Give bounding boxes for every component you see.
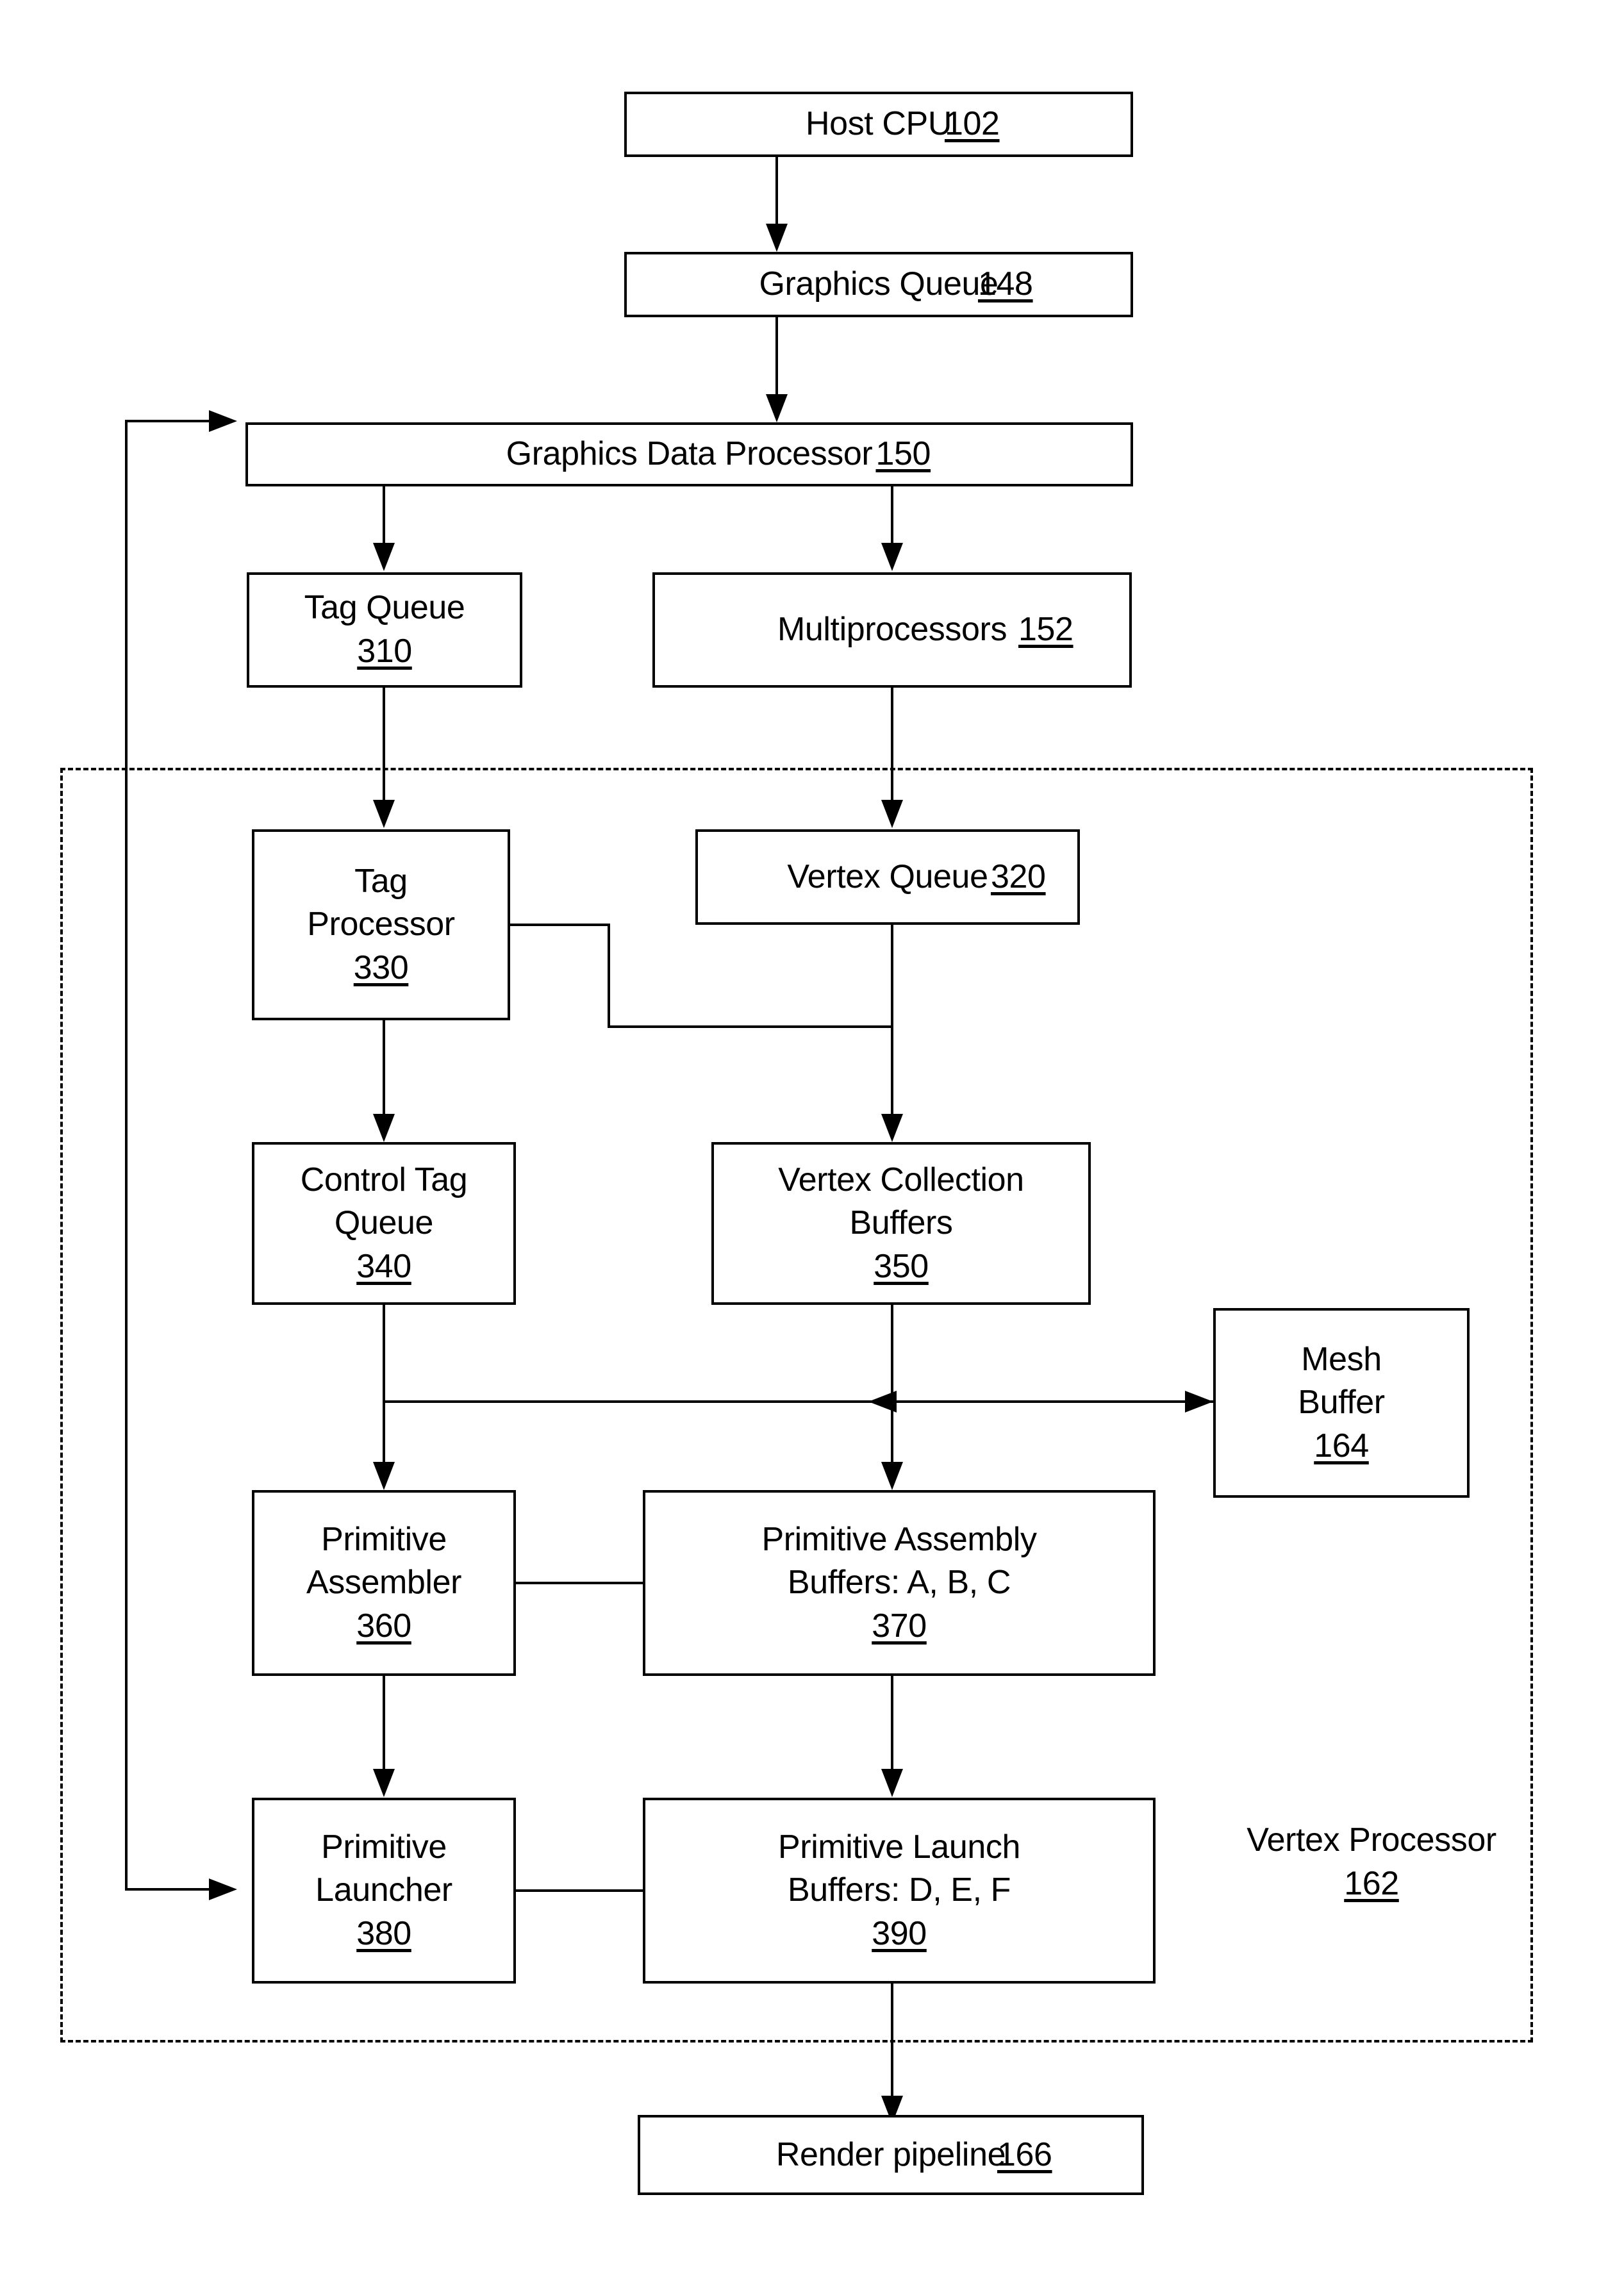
block-primitive-assembly-buffers-line-1: Buffers: A, B, C — [787, 1564, 1011, 1602]
block-primitive-launcher[interactable]: Primitive Launcher 380 — [252, 1798, 516, 1984]
connector-gdp-to-tag-queue — [383, 486, 385, 547]
block-tag-queue-line-0: Tag Queue — [304, 589, 465, 627]
connector-tag-processor-elbow-h2 — [608, 1025, 892, 1028]
block-primitive-launch-buffers-ref: 390 — [872, 1914, 927, 1952]
label-vertex-processor-line-1: Processor — [1348, 1821, 1496, 1859]
connector-launch-buffers-to-render-pipeline — [891, 1984, 893, 2105]
block-host-cpu-ref: 102 — [945, 105, 1000, 143]
block-multiprocessors[interactable]: Multiprocessors 152 — [652, 572, 1132, 688]
block-primitive-assembly-buffers[interactable]: Primitive Assembly Buffers: A, B, C 370 — [643, 1490, 1156, 1676]
block-vertex-collection-buffers[interactable]: Vertex Collection Buffers 350 — [711, 1142, 1091, 1305]
connector-gdp-to-multiprocessors — [891, 486, 893, 547]
connector-assembly-buffers-to-launch-buffers — [891, 1676, 893, 1772]
connector-feedback-bottom — [125, 1888, 210, 1891]
block-graphics-queue-line-0: Graphics Queue — [759, 265, 998, 303]
arrowhead-mesh-bus-right — [1185, 1391, 1213, 1413]
arrowhead-vertex-collection-buffers-in — [881, 1114, 903, 1142]
arrowhead-primitive-launcher-in — [373, 1769, 395, 1797]
connector-vertex-collection-buffers-to-primitive-assembly-buffers — [891, 1305, 893, 1465]
arrowhead-primitive-assembly-buffers-in — [881, 1462, 903, 1490]
block-mesh-buffer[interactable]: Mesh Buffer 164 — [1213, 1308, 1470, 1498]
arrowhead-control-tag-queue-in — [373, 1114, 395, 1142]
block-mesh-buffer-line-1: Buffer — [1298, 1384, 1385, 1421]
connector-vertex-queue-to-vertex-collection-buffers — [891, 925, 893, 1117]
arrowhead-gdp-feedback-in — [209, 410, 237, 432]
label-vertex-processor-line-0: Vertex — [1247, 1821, 1340, 1859]
block-tag-queue[interactable]: Tag Queue 310 — [247, 572, 522, 688]
connector-tag-queue-to-tag-processor — [383, 688, 385, 803]
arrowhead-mesh-bus-left — [868, 1391, 897, 1413]
block-vertex-collection-buffers-ref: 350 — [874, 1247, 929, 1285]
arrowhead-vertex-queue-in — [881, 800, 903, 828]
block-primitive-launcher-line-1: Launcher — [315, 1871, 452, 1909]
block-primitive-assembler-line-0: Primitive — [321, 1520, 447, 1558]
connector-assembler-to-assembly-buffers — [516, 1582, 643, 1584]
connector-tag-processor-elbow-h1 — [510, 924, 610, 926]
block-vertex-queue-line-0: Vertex Queue — [787, 858, 988, 895]
block-tag-processor-ref: 330 — [353, 949, 409, 986]
connector-feedback-vertical — [125, 420, 128, 1890]
arrowhead-graphics-queue-in — [766, 224, 788, 252]
arrowhead-primitive-assembler-in — [373, 1462, 395, 1490]
block-vertex-collection-buffers-line-0: Vertex Collection — [778, 1161, 1024, 1198]
block-graphics-queue-ref: 148 — [978, 265, 1033, 303]
block-vertex-collection-buffers-line-1: Buffers — [849, 1204, 953, 1242]
block-multiprocessors-line-0: Multiprocessors — [777, 611, 1007, 649]
arrowhead-gdp-in — [766, 394, 788, 422]
connector-graphics-queue-to-gdp — [775, 317, 778, 399]
block-render-pipeline-ref: 166 — [997, 2135, 1052, 2173]
block-control-tag-queue-line-0: Control Tag — [300, 1161, 468, 1198]
connector-multiprocessors-to-vertex-queue — [891, 688, 893, 803]
block-host-cpu[interactable]: Host CPU 102 — [624, 92, 1133, 157]
arrowhead-multiprocessors-in — [881, 543, 903, 571]
block-render-pipeline[interactable]: Render pipeline 166 — [638, 2115, 1144, 2195]
connector-feedback-top — [125, 420, 210, 422]
block-primitive-assembly-buffers-line-0: Primitive Assembly — [761, 1520, 1037, 1558]
block-primitive-launcher-line-0: Primitive — [321, 1828, 447, 1866]
block-vertex-queue-ref: 320 — [991, 858, 1046, 895]
arrowhead-primitive-launch-buffers-in — [881, 1769, 903, 1797]
block-graphics-queue[interactable]: Graphics Queue 148 — [624, 252, 1133, 317]
connector-host-cpu-to-graphics-queue — [775, 157, 778, 229]
block-mesh-buffer-ref: 164 — [1314, 1427, 1369, 1464]
connector-tag-processor-elbow-v — [608, 924, 610, 1028]
connector-primitive-assembler-to-primitive-launcher — [383, 1676, 385, 1772]
block-control-tag-queue-line-1: Queue — [334, 1204, 434, 1242]
block-control-tag-queue[interactable]: Control Tag Queue 340 — [252, 1142, 516, 1305]
block-primitive-assembler-line-1: Assembler — [306, 1564, 462, 1602]
block-render-pipeline-line-0: Render pipeline — [775, 2135, 1006, 2173]
block-primitive-assembler[interactable]: Primitive Assembler 360 — [252, 1490, 516, 1676]
connector-mesh-buffer-bus — [384, 1400, 1213, 1403]
figure-canvas: Host CPU 102 Graphics Queue 148 Graphics… — [0, 0, 1624, 2279]
connector-tag-processor-to-control-tag-queue — [383, 1020, 385, 1116]
block-multiprocessors-ref: 152 — [1018, 611, 1073, 649]
block-primitive-assembly-buffers-ref: 370 — [872, 1607, 927, 1645]
block-primitive-assembler-ref: 360 — [356, 1607, 411, 1645]
block-primitive-launch-buffers-line-1: Buffers: D, E, F — [787, 1871, 1011, 1909]
connector-control-tag-queue-to-primitive-assembler — [383, 1305, 385, 1465]
block-vertex-queue[interactable]: Vertex Queue 320 — [695, 829, 1080, 925]
block-mesh-buffer-line-0: Mesh — [1301, 1340, 1382, 1378]
block-tag-processor-line-1: Processor — [307, 906, 455, 943]
connector-launcher-to-launch-buffers — [516, 1889, 643, 1892]
block-primitive-launch-buffers[interactable]: Primitive Launch Buffers: D, E, F 390 — [643, 1798, 1156, 1984]
block-gdp-ref: 150 — [875, 435, 931, 473]
label-vertex-processor: Vertex Processor 162 — [1237, 1819, 1506, 1905]
arrowhead-primitive-launcher-feedback-in — [209, 1878, 237, 1900]
block-gdp-line-0: Graphics Data Processor — [506, 435, 873, 473]
block-primitive-launch-buffers-line-0: Primitive Launch — [778, 1828, 1020, 1866]
block-control-tag-queue-ref: 340 — [356, 1247, 411, 1285]
label-vertex-processor-ref: 162 — [1344, 1864, 1399, 1902]
block-primitive-launcher-ref: 380 — [356, 1914, 411, 1952]
block-tag-processor-line-0: Tag — [354, 862, 408, 900]
arrowhead-tag-queue-in — [373, 543, 395, 571]
arrowhead-tag-processor-in — [373, 800, 395, 828]
block-host-cpu-line-0: Host CPU — [806, 105, 952, 143]
block-tag-processor[interactable]: Tag Processor 330 — [252, 829, 510, 1020]
block-tag-queue-ref: 310 — [357, 633, 412, 670]
block-graphics-data-processor[interactable]: Graphics Data Processor 150 — [245, 422, 1133, 486]
